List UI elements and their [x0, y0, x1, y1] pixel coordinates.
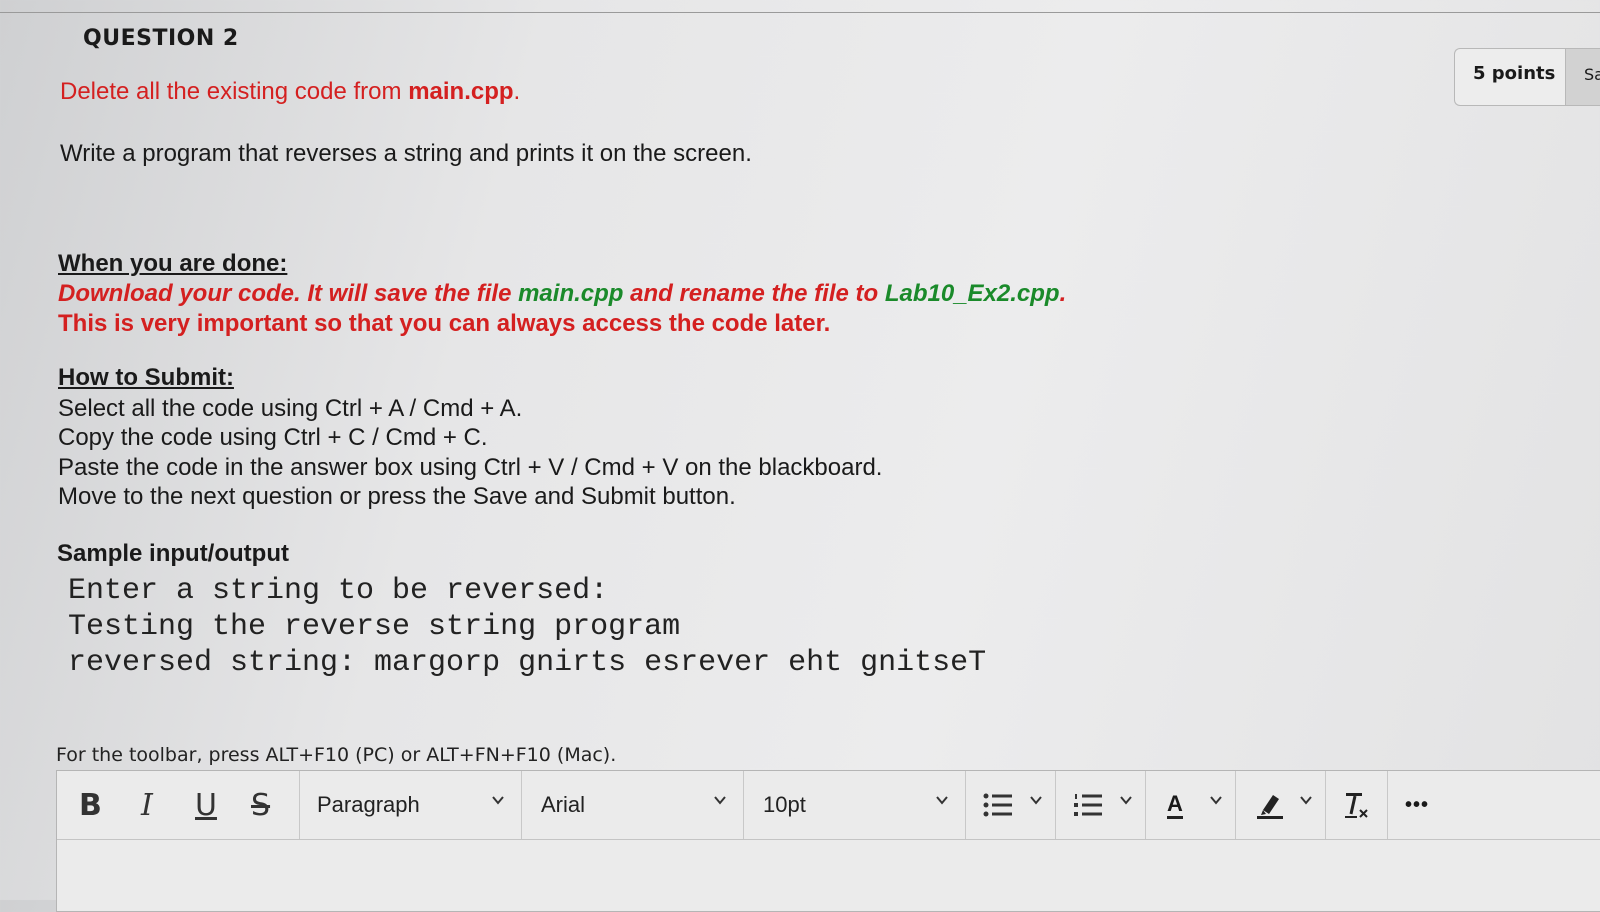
highlight-color-button[interactable]	[1235, 771, 1325, 839]
chevron-down-icon	[1300, 796, 1312, 805]
rename-text: and rename the file to	[623, 280, 885, 307]
download-period: .	[1059, 280, 1067, 307]
points-label: 5 points	[1473, 63, 1556, 84]
submit-step: Move to the next question or press the S…	[58, 483, 736, 510]
underline-button[interactable]: U	[195, 771, 217, 839]
download-instruction: Download your code. It will save the fil…	[58, 280, 1066, 308]
delete-period: .	[513, 78, 521, 105]
font-color-button[interactable]: A	[1145, 771, 1235, 839]
task-description: Write a program that reverses a string a…	[60, 140, 752, 167]
numbered-list-button[interactable]	[1055, 771, 1145, 839]
strikethrough-button[interactable]: S	[251, 771, 270, 839]
numbered-list-icon	[1074, 794, 1102, 816]
chevron-down-icon	[1120, 796, 1132, 805]
how-to-submit-heading: How to Submit:	[58, 364, 234, 391]
answer-text-area[interactable]	[57, 840, 1600, 911]
sample-line: reversed string: margorp gnirts esrever …	[68, 646, 987, 680]
delete-instruction: Delete all the existing code from main.c…	[60, 78, 520, 106]
chevron-down-icon	[936, 796, 948, 805]
rename-filename: Lab10_Ex2.cpp	[884, 280, 1060, 307]
when-done-heading: When you are done:	[58, 250, 288, 277]
download-text: Download your code. It will save the fil…	[58, 280, 519, 307]
bold-button[interactable]: B	[79, 771, 102, 839]
chevron-down-icon	[714, 796, 726, 805]
toolbar-hint: For the toolbar, press ALT+F10 (PC) or A…	[56, 744, 617, 766]
italic-button[interactable]: I	[141, 771, 153, 839]
font-color-icon: A	[1167, 791, 1183, 819]
chevron-down-icon	[492, 796, 504, 805]
submit-step: Select all the code using Ctrl + A / Cmd…	[58, 395, 523, 422]
clear-formatting-button[interactable]	[1325, 771, 1387, 839]
paragraph-label: Paragraph	[317, 792, 420, 817]
submit-step: Copy the code using Ctrl + C / Cmd + C.	[58, 424, 488, 451]
editor-toolbar: B I U S Paragraph Arial 10pt A •••	[57, 771, 1600, 840]
sample-heading: Sample input/output	[57, 540, 289, 567]
sample-line: Testing the reverse string program	[68, 610, 681, 644]
submit-step: Paste the code in the answer box using C…	[58, 454, 883, 481]
chevron-down-icon	[1210, 796, 1222, 805]
paragraph-dropdown[interactable]: Paragraph	[299, 771, 521, 839]
points-panel: 5 points Sa	[1454, 48, 1600, 106]
font-size-label: 10pt	[763, 792, 806, 817]
font-family-dropdown[interactable]: Arial	[521, 771, 743, 839]
highlighter-icon	[1257, 795, 1283, 819]
font-family-label: Arial	[541, 792, 586, 817]
more-options-button[interactable]: •••	[1387, 771, 1447, 839]
clear-formatting-icon	[1345, 793, 1368, 818]
answer-editor[interactable]: B I U S Paragraph Arial 10pt A •••	[56, 770, 1600, 912]
top-divider	[0, 12, 1600, 13]
delete-filename: main.cpp	[408, 78, 514, 105]
chevron-down-icon	[1030, 796, 1042, 805]
sample-line: Enter a string to be reversed:	[68, 574, 609, 608]
question-title: QUESTION 2	[83, 26, 239, 51]
delete-text: Delete all the existing code from	[60, 78, 409, 105]
bullet-list-button[interactable]	[965, 771, 1055, 839]
save-answer-button[interactable]: Sa	[1565, 49, 1600, 105]
font-size-dropdown[interactable]: 10pt	[743, 771, 965, 839]
download-filename: main.cpp	[518, 280, 624, 307]
more-icon: •••	[1405, 793, 1430, 816]
bullet-list-icon	[983, 793, 1012, 817]
important-note: This is very important so that you can a…	[58, 310, 831, 337]
